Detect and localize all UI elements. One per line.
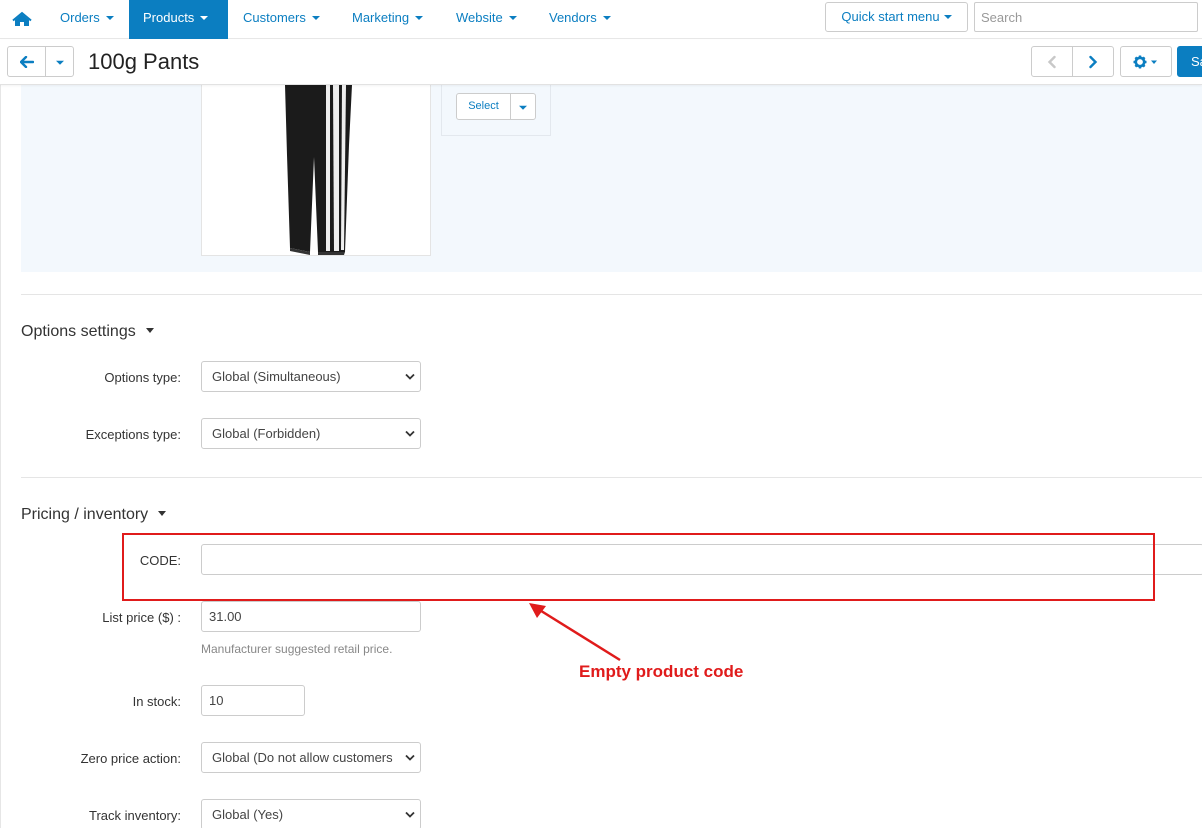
- exceptions-type-label: Exceptions type:: [85, 427, 181, 442]
- options-settings-title: Options settings: [21, 323, 136, 340]
- in-stock-label: In stock:: [132, 694, 181, 709]
- caret-down-icon: [145, 328, 154, 333]
- zero-price-action-label: Zero price action:: [80, 751, 181, 766]
- nav-marketing[interactable]: Marketing: [338, 0, 437, 39]
- caret-down-icon: [508, 16, 517, 20]
- caret-down-icon: [200, 16, 209, 20]
- quick-start-label: Quick start menu: [841, 9, 940, 24]
- caret-down-icon: [943, 15, 952, 19]
- zero-price-action-value: Global (Do not allow customers: [212, 750, 393, 765]
- caret-down-icon: [55, 60, 64, 65]
- track-inventory-value: Global (Yes): [212, 807, 284, 822]
- caret-down-icon: [105, 16, 114, 20]
- product-image[interactable]: [201, 85, 431, 256]
- caret-down-icon: [158, 511, 167, 516]
- nav-website[interactable]: Website: [442, 0, 531, 39]
- options-settings-toggle[interactable]: Options settings: [21, 323, 154, 341]
- chevron-down-icon: [405, 373, 415, 380]
- back-history-dropdown[interactable]: [45, 46, 74, 77]
- list-price-field[interactable]: 31.00: [201, 601, 421, 632]
- exceptions-type-select[interactable]: Global (Forbidden): [201, 418, 421, 449]
- list-price-help: Manufacturer suggested retail price.: [201, 642, 393, 656]
- home-icon[interactable]: [11, 11, 33, 29]
- annotation-label: Empty product code: [579, 662, 744, 681]
- caret-down-icon: [519, 105, 527, 110]
- caret-down-icon: [602, 16, 611, 20]
- nav-customers-label: Customers: [243, 10, 306, 25]
- list-price-label: List price ($) :: [102, 610, 181, 625]
- section-divider: [21, 477, 1202, 478]
- images-panel: [21, 85, 1202, 272]
- pants-image: [285, 85, 352, 255]
- quick-start-menu-button[interactable]: Quick start menu: [825, 2, 968, 32]
- pricing-inventory-toggle[interactable]: Pricing / inventory: [21, 506, 167, 524]
- nav-orders[interactable]: Orders: [46, 0, 128, 39]
- chevron-down-icon: [405, 754, 415, 762]
- next-product-button[interactable]: [1072, 46, 1114, 77]
- options-type-label: Options type:: [104, 370, 181, 385]
- chevron-down-icon: [405, 811, 415, 818]
- chevron-down-icon: [405, 430, 415, 437]
- annotation-arrow-icon: [529, 603, 621, 662]
- gear-icon: [1133, 55, 1157, 68]
- chevron-left-icon: [1047, 55, 1056, 68]
- in-stock-field[interactable]: 10: [201, 685, 305, 716]
- nav-products[interactable]: Products: [129, 0, 228, 39]
- title-bar: 100g Pants Save: [0, 40, 1202, 85]
- caret-down-icon: [311, 16, 320, 20]
- save-button[interactable]: Save: [1177, 46, 1202, 77]
- chevron-right-icon: [1089, 55, 1098, 68]
- search-input[interactable]: [974, 2, 1198, 32]
- nav-products-label: Products: [143, 10, 195, 25]
- select-label: Select: [468, 100, 499, 112]
- nav-customers[interactable]: Customers: [229, 0, 334, 39]
- page-left-border: [0, 40, 1, 828]
- select-image-dropdown[interactable]: [510, 93, 536, 120]
- pricing-inventory-title: Pricing / inventory: [21, 506, 149, 523]
- nav-vendors[interactable]: Vendors: [535, 0, 625, 39]
- back-button[interactable]: [7, 46, 46, 77]
- settings-gear-button[interactable]: [1120, 46, 1172, 77]
- nav-marketing-label: Marketing: [352, 10, 410, 25]
- save-label: Save: [1191, 54, 1202, 69]
- track-inventory-select[interactable]: Global (Yes): [201, 799, 421, 828]
- options-type-value: Global (Simultaneous): [212, 369, 341, 384]
- top-navigation: Orders Products Customers Marketing Webs…: [0, 0, 1202, 39]
- exceptions-type-value: Global (Forbidden): [212, 426, 321, 441]
- nav-website-label: Website: [456, 10, 503, 25]
- zero-price-action-select[interactable]: Global (Do not allow customers: [201, 742, 421, 773]
- previous-product-button[interactable]: [1031, 46, 1073, 77]
- arrow-left-icon: [19, 55, 34, 68]
- options-type-select[interactable]: Global (Simultaneous): [201, 361, 421, 392]
- track-inventory-label: Track inventory:: [89, 808, 181, 823]
- select-image-button[interactable]: Select: [456, 93, 511, 120]
- page-title: 100g Pants: [88, 49, 200, 74]
- caret-down-icon: [415, 16, 424, 20]
- nav-vendors-label: Vendors: [549, 10, 597, 25]
- nav-orders-label: Orders: [60, 10, 100, 25]
- annotation-highlight-box: [122, 533, 1155, 601]
- section-divider: [21, 294, 1202, 295]
